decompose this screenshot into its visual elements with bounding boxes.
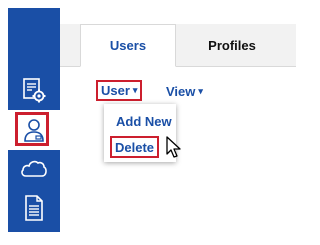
sidebar-item-users[interactable] (8, 110, 60, 150)
chevron-down-icon: ▾ (132, 85, 138, 95)
chevron-down-icon: ▾ (198, 85, 203, 96)
user-menu-label: User (101, 83, 130, 98)
tab-strip: Users Profiles (60, 24, 296, 67)
view-menu-button[interactable]: View ▾ (166, 82, 203, 100)
mouse-pointer-icon (166, 136, 182, 160)
sidebar-item-documents[interactable] (8, 188, 60, 228)
sidebar (8, 8, 60, 232)
tab-label: Profiles (208, 37, 256, 53)
cloud-icon (19, 157, 49, 179)
user-menu-button[interactable]: User ▾ (96, 80, 143, 101)
tab-profiles[interactable]: Profiles (190, 24, 274, 66)
tab-label: Users (109, 38, 147, 53)
settings-document-icon (21, 77, 47, 103)
user-profile-icon (21, 117, 47, 143)
menu-item-label: Delete (115, 139, 155, 155)
document-icon (23, 194, 45, 222)
menu-item-label: Add New (116, 113, 172, 129)
app-screen: Users Profiles User ▾ View ▾ Add New Del… (0, 0, 296, 245)
menu-item-add-new[interactable]: Add New (104, 109, 176, 133)
delete-highlight-frame: Delete (110, 136, 160, 158)
tab-users[interactable]: Users (80, 24, 176, 67)
sidebar-item-cloud[interactable] (8, 148, 60, 188)
view-menu-label: View (166, 83, 196, 99)
sidebar-item-settings-document[interactable] (8, 70, 60, 110)
